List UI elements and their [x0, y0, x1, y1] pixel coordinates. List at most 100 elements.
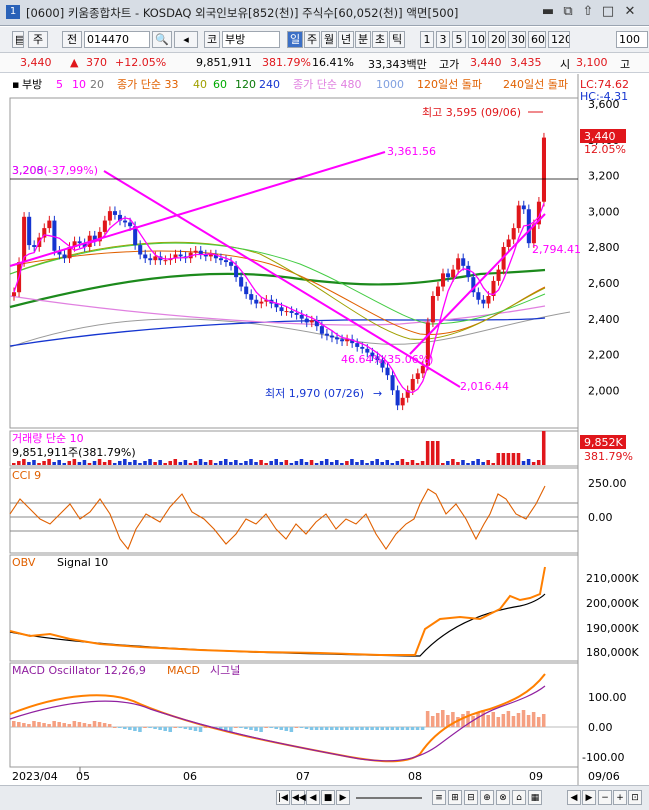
volume-bar	[234, 460, 238, 465]
macd-bar	[168, 727, 173, 732]
macd-bar	[128, 727, 132, 730]
volume-bar	[133, 460, 137, 465]
menu-icon[interactable]: ▤	[12, 31, 24, 48]
volume-bar	[299, 459, 304, 465]
macd-bar	[183, 727, 188, 729]
candle-body	[112, 211, 117, 215]
volume-bar	[400, 459, 405, 465]
prev-page-icon[interactable]: ◀◀	[291, 790, 306, 805]
x-axis: 2023/04 05 06 07 08 09 09/06	[12, 767, 620, 783]
macd-bar	[395, 727, 400, 730]
macd-bar	[284, 727, 289, 731]
period-button-6[interactable]: 틱	[389, 31, 405, 48]
next-icon[interactable]: ▶	[336, 790, 350, 805]
price-tick-7: 2,200	[588, 349, 620, 362]
candle-body	[481, 299, 486, 304]
opt-select[interactable]: 전	[62, 31, 82, 48]
pin-icon[interactable]: ⇧	[580, 5, 596, 19]
period-button-3[interactable]: 년	[338, 31, 354, 48]
volume-bar	[128, 462, 132, 465]
count-input[interactable]: 100	[616, 31, 648, 48]
minimize-icon[interactable]: ▬	[540, 5, 556, 19]
candle-body	[27, 216, 32, 246]
market-label[interactable]: 코	[204, 31, 220, 48]
interval-button-2[interactable]: 5	[452, 31, 466, 48]
prev-icon[interactable]: ◀	[306, 790, 320, 805]
macd-bar	[309, 727, 314, 730]
candle-body	[218, 258, 223, 261]
maximize-icon[interactable]: □	[600, 5, 616, 19]
scroll-left-icon[interactable]: ◀	[567, 790, 581, 805]
candle-body	[309, 320, 314, 323]
close-icon[interactable]: ✕	[622, 5, 638, 19]
volume-bar	[173, 459, 178, 465]
interval-button-5[interactable]: 30	[508, 31, 526, 48]
period-button-4[interactable]: 분	[355, 31, 371, 48]
volume-bar	[304, 462, 309, 465]
interval-button-1[interactable]: 3	[436, 31, 450, 48]
tool-icon-6[interactable]: ⌂	[512, 790, 526, 805]
period-button-5[interactable]: 초	[372, 31, 388, 48]
open-label: 시	[560, 58, 571, 71]
period-button-2[interactable]: 월	[321, 31, 337, 48]
candle-body	[143, 254, 148, 259]
macd-bar	[390, 727, 395, 730]
macd-bar	[430, 716, 435, 727]
stock-name-input[interactable]: 부방	[222, 31, 280, 48]
period-button-1[interactable]: 주	[304, 31, 320, 48]
zoom-slider[interactable]	[356, 797, 422, 799]
macd-bar	[345, 727, 349, 730]
macd-bar	[365, 727, 369, 730]
fullscreen-icon[interactable]: ⊡	[628, 790, 642, 805]
tool-icon-7[interactable]: ▦	[528, 790, 542, 805]
zoom-in-icon[interactable]: +	[613, 790, 627, 805]
volume-bar	[12, 463, 16, 465]
volume-bar	[274, 459, 278, 465]
stock-code-input[interactable]: 014470	[84, 31, 150, 48]
volume-current-pct: 381.79%	[584, 450, 633, 463]
speaker-icon[interactable]: ◂	[174, 31, 198, 48]
macd-bar	[234, 727, 238, 728]
zoom-out-icon[interactable]: −	[598, 790, 612, 805]
ma60-line	[9, 242, 546, 325]
legend-close-ma480: 종가 단순 480	[293, 78, 361, 91]
macd-bar	[22, 723, 26, 727]
tool-icon-1[interactable]: ≡	[432, 790, 446, 805]
stock-chart[interactable]: ▪ 부방 5 10 20 종가 단순 33 40 60 120 240 종가 단…	[0, 74, 649, 785]
macd-bar	[244, 727, 248, 729]
tool-icon-5[interactable]: ⊗	[496, 790, 510, 805]
tool-icon-2[interactable]: ⊞	[448, 790, 462, 805]
volume-bar	[370, 461, 374, 465]
period-button-0[interactable]: 일	[287, 31, 303, 48]
macd-bar	[294, 727, 299, 728]
scroll-right-icon[interactable]: ▶	[582, 790, 596, 805]
amount: 33,343백만	[368, 58, 427, 71]
tool-icon-3[interactable]: ⊟	[464, 790, 478, 805]
volume-bar	[52, 462, 56, 465]
volume-title: 거래량 단순 10	[12, 432, 84, 445]
low-arrow-icon: →	[373, 387, 382, 400]
candle-body	[62, 254, 67, 259]
interval-button-6[interactable]: 60	[528, 31, 546, 48]
interval-button-3[interactable]: 10	[468, 31, 486, 48]
search-icon[interactable]: 🔍	[152, 31, 172, 48]
volume-bar	[531, 462, 536, 465]
restore-icon[interactable]: ⧉	[560, 5, 576, 19]
macd-bar	[274, 727, 278, 729]
volume-bar	[355, 462, 359, 465]
interval-button-0[interactable]: 1	[420, 31, 434, 48]
candle-body	[466, 265, 471, 278]
macd-bar	[410, 727, 415, 730]
volume-bar	[294, 461, 299, 465]
volume-bar	[451, 459, 455, 465]
x-label-jul: 07	[296, 770, 310, 783]
type-select[interactable]: 주	[28, 31, 48, 48]
interval-button-4[interactable]: 20	[488, 31, 506, 48]
macd-title: MACD Oscillator 12,26,9	[12, 664, 146, 677]
tool-icon-4[interactable]: ⊕	[480, 790, 494, 805]
legend-ma10: 10	[72, 78, 86, 91]
volume-bar	[360, 460, 364, 465]
interval-button-7[interactable]: 120	[548, 31, 570, 48]
first-page-icon[interactable]: |◀	[276, 790, 290, 805]
stop-icon[interactable]: ■	[321, 790, 335, 805]
